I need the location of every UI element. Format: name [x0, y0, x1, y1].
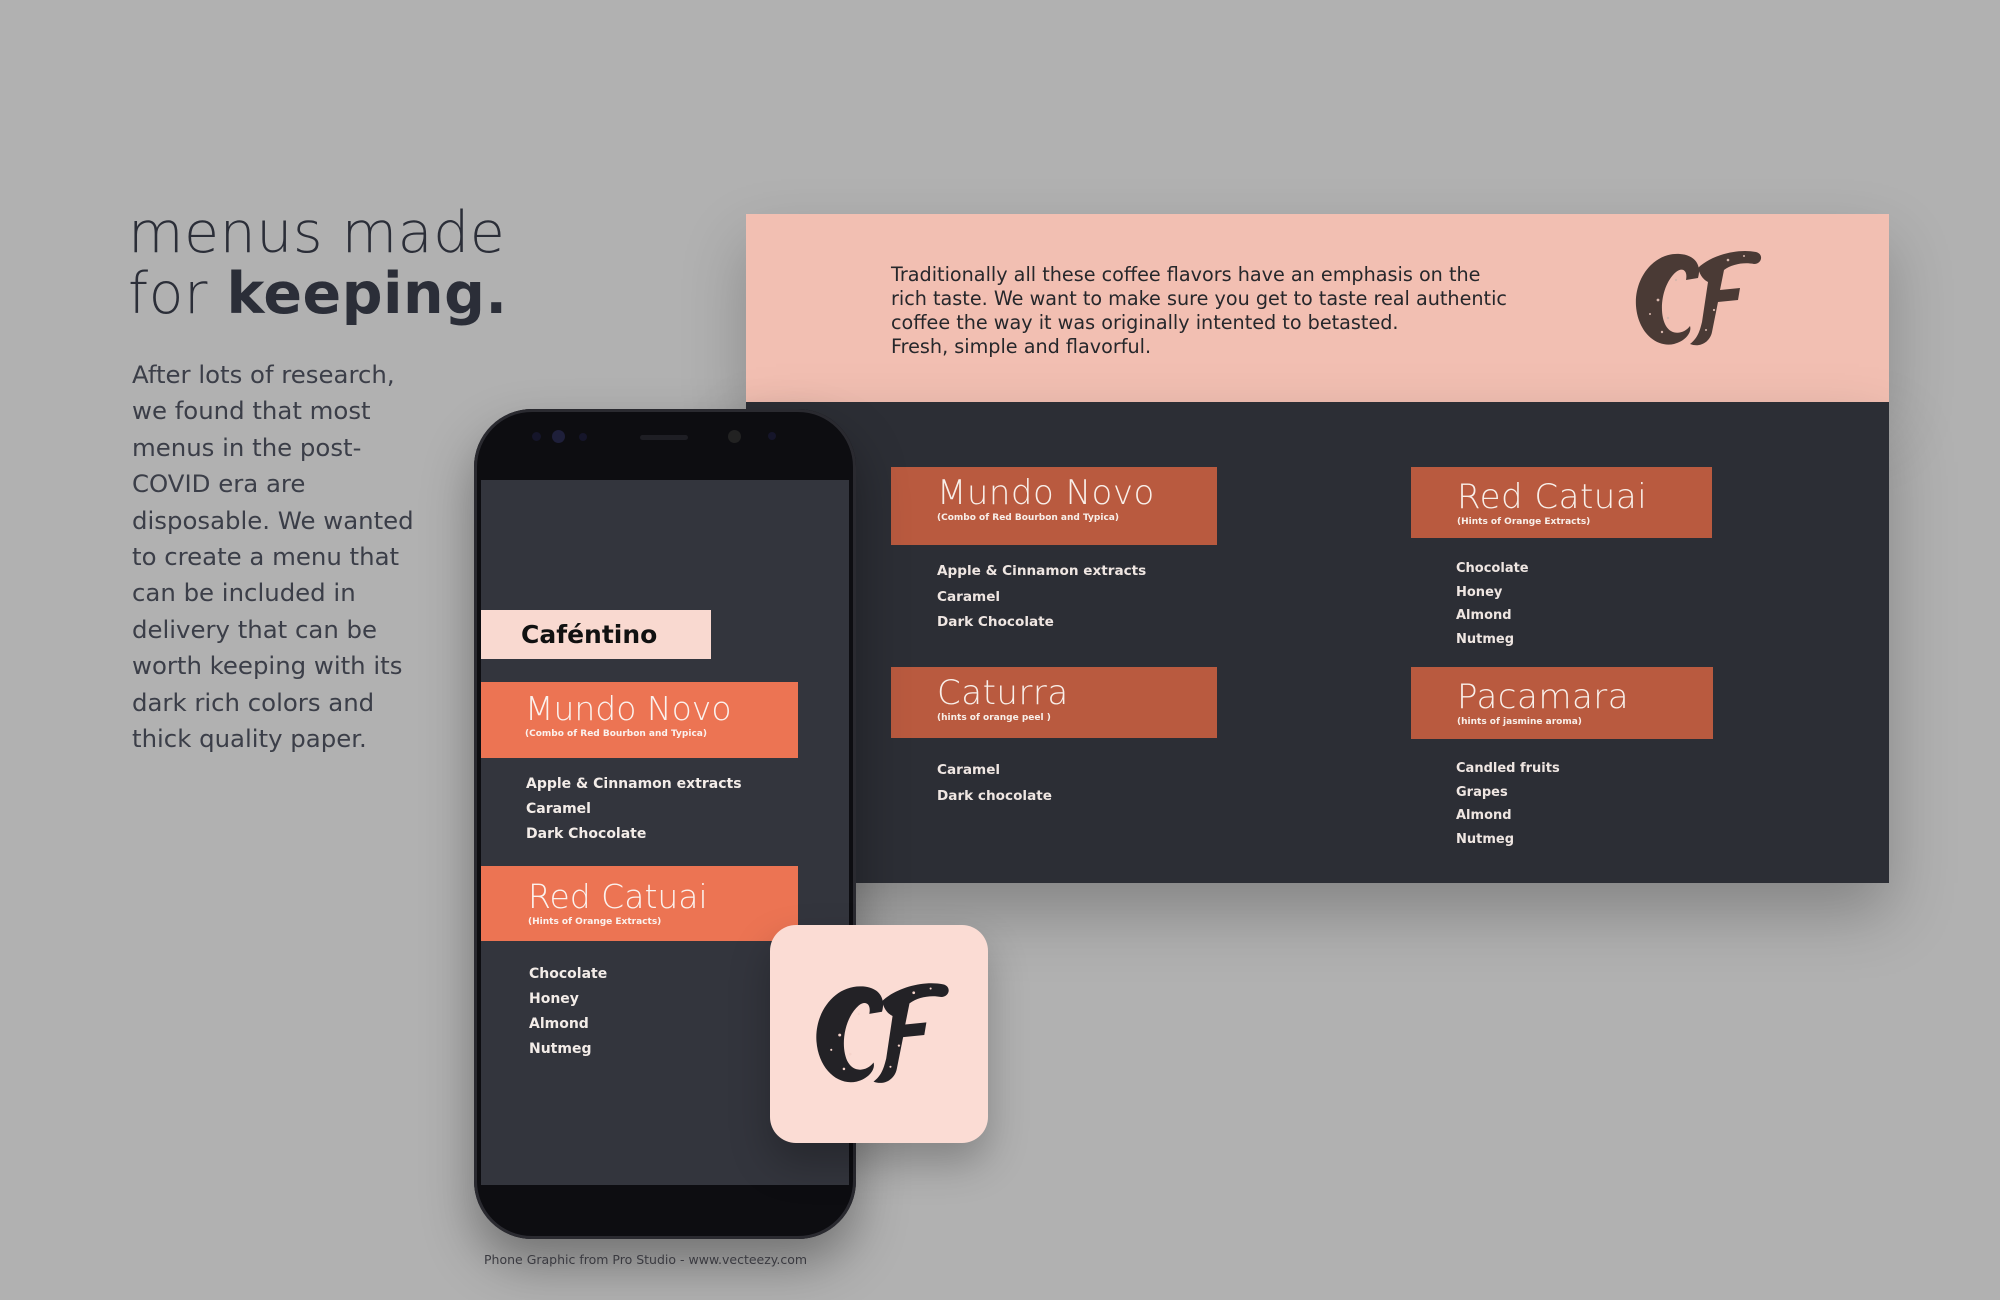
phone-camera — [728, 430, 741, 443]
menu-item-subtitle: (Hints of Orange Extracts) — [528, 917, 662, 927]
menu-item-name: Mundo Novo — [525, 689, 732, 728]
flavor-note: Dark Chocolate — [526, 826, 647, 842]
menu-item-name: Caturra — [937, 673, 1069, 713]
menu-item-header: Mundo Novo (Combo of Red Bourbon and Typ… — [891, 467, 1217, 545]
flavor-note: Dark chocolate — [937, 788, 1052, 804]
menu-item-notes: Caramel Dark chocolate — [937, 757, 1052, 809]
phone-menu-item-header: Mundo Novo (Combo of Red Bourbon and Typ… — [481, 682, 798, 758]
menu-item-subtitle: (hints of orange peel ) — [937, 713, 1051, 723]
flavor-note: Honey — [1456, 584, 1503, 600]
phone-front-camera — [552, 430, 565, 443]
menu-item-subtitle: (Combo of Red Bourbon and Typica) — [525, 729, 707, 739]
phone-speaker — [640, 435, 688, 440]
menu-item-name: Mundo Novo — [937, 473, 1155, 513]
flavor-note: Nutmeg — [1456, 831, 1515, 847]
cf-monogram-icon — [816, 983, 949, 1083]
headline: menus made for keeping. — [128, 205, 508, 323]
flavor-note: Caramel — [937, 762, 1001, 778]
menu-item-subtitle: (Hints of Orange Extracts) — [1457, 517, 1591, 527]
menu-item-notes: Chocolate Honey Almond Nutmeg — [1456, 557, 1529, 651]
menu-item-name: Pacamara — [1457, 677, 1630, 717]
menu-item-name: Red Catuai — [1457, 477, 1648, 517]
headline-line-2-bold: keeping. — [226, 261, 508, 327]
intro-paragraph: After lots of research, we found that mo… — [132, 360, 414, 754]
phone-menu-item-header: Red Catuai (Hints of Orange Extracts) — [481, 866, 798, 941]
tagline-line: coffee the way it was originally intente… — [891, 311, 1399, 334]
flavor-note: Almond — [1456, 808, 1512, 823]
phone-sensor — [532, 432, 541, 441]
menu-item-notes: Apple & Cinnamon extracts Caramel Dark C… — [937, 559, 1146, 636]
phone-sensor — [768, 432, 776, 440]
flavor-note: Apple & Cinnamon extracts — [526, 776, 742, 792]
flavor-note: Nutmeg — [529, 1041, 592, 1057]
flavor-note: Honey — [529, 991, 579, 1007]
menu-item-header: Caturra (hints of orange peel ) — [891, 667, 1217, 738]
menu-item-header: Red Catuai (Hints of Orange Extracts) — [1411, 467, 1712, 538]
flavor-note: Grapes — [1456, 784, 1508, 800]
headline-line-1: menus made — [128, 200, 506, 266]
tagline-line: rich taste. We want to make sure you get… — [891, 287, 1507, 310]
headline-line-2-pre: for — [128, 261, 227, 327]
headline-line-2: for keeping. — [128, 266, 508, 323]
menu-item-name: Red Catuai — [528, 877, 708, 916]
flavor-note: Almond — [1456, 608, 1512, 623]
menu-tagline: Traditionally all these coffee flavors h… — [891, 263, 1531, 359]
flavor-note: Apple & Cinnamon extracts — [937, 563, 1147, 579]
menu-item-subtitle: (hints of jasmine aroma) — [1457, 717, 1582, 727]
image-credit: Phone Graphic from Pro Studio - www.vect… — [484, 1252, 808, 1267]
flavor-note: Dark Chocolate — [937, 614, 1054, 630]
menu-item-notes: Candled fruits Grapes Almond Nutmeg — [1456, 757, 1560, 851]
flavor-note: Almond — [529, 1016, 589, 1032]
flavor-note: Nutmeg — [1456, 631, 1515, 647]
phone-menu-item-notes: Apple & Cinnamon extracts Caramel Dark C… — [526, 772, 742, 847]
flavor-note: Caramel — [526, 801, 591, 817]
flavor-note: Candled fruits — [1456, 761, 1560, 776]
menu-item-header: Pacamara (hints of jasmine aroma) — [1411, 667, 1713, 739]
cf-monogram-icon — [1635, 250, 1762, 346]
phone-menu-item-notes: Chocolate Honey Almond Nutmeg — [529, 962, 607, 1062]
phone-sensor — [579, 433, 587, 441]
flavor-note: Chocolate — [1456, 561, 1529, 576]
brand-label: Caféntino — [481, 610, 711, 659]
menu-item-subtitle: (Combo of Red Bourbon and Typica) — [937, 513, 1119, 523]
flavor-note: Chocolate — [529, 966, 608, 982]
tagline-line: Fresh, simple and flavorful. — [891, 335, 1152, 358]
tagline-line: Traditionally all these coffee flavors h… — [891, 263, 1481, 286]
flavor-note: Caramel — [937, 588, 1001, 605]
